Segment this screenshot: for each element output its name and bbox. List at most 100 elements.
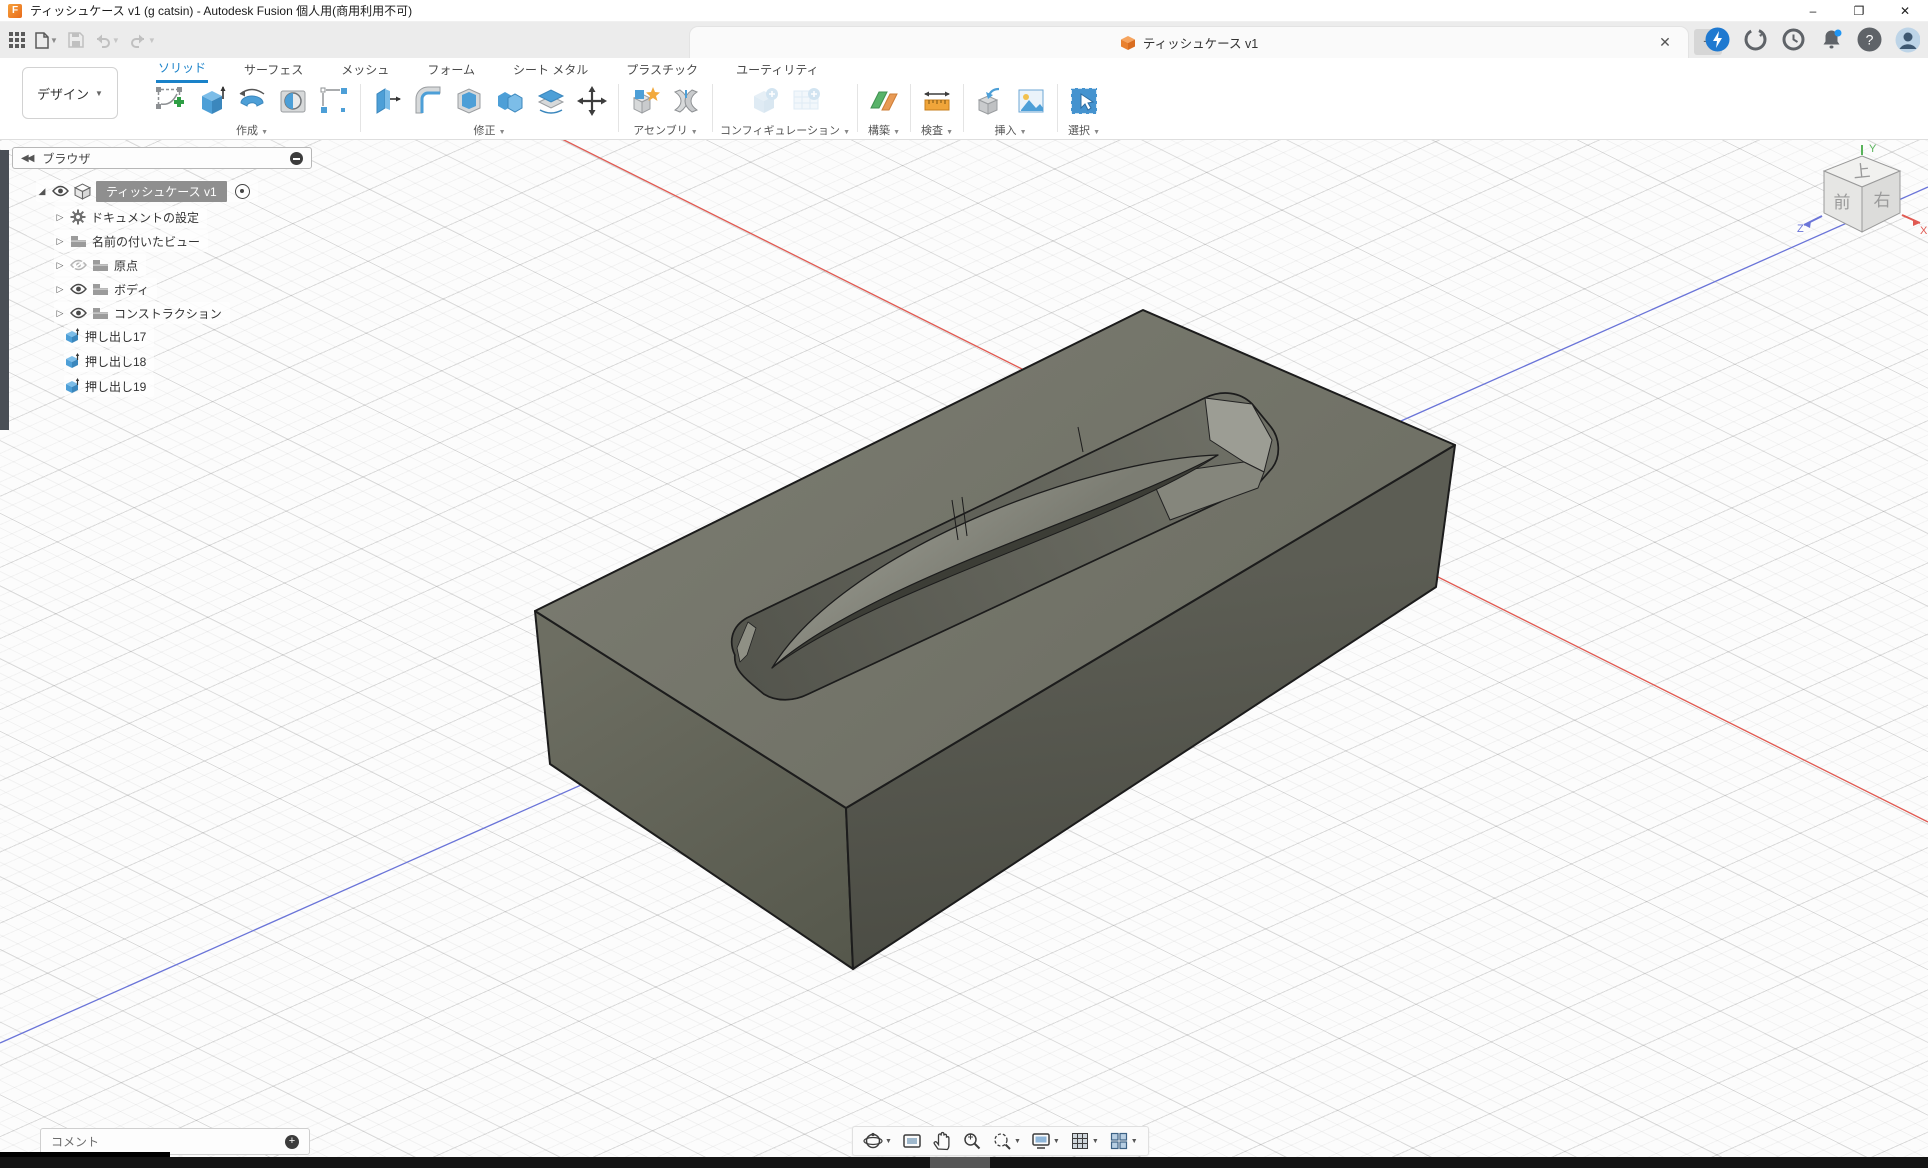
select-button[interactable] xyxy=(1065,83,1103,119)
tree-row[interactable]: ▷ ボディ xyxy=(54,278,157,300)
tree-row-label[interactable]: ドキュメントの設定 xyxy=(91,209,199,226)
remove-icon[interactable] xyxy=(290,152,303,165)
file-menu-button[interactable]: ▼ xyxy=(32,27,61,53)
group-label[interactable]: 挿入 ▼ xyxy=(995,122,1027,138)
tree-row[interactable]: 押し出し17 xyxy=(64,325,154,347)
viewport-canvas[interactable]: 上 前 右 Y Z X ◀◀ ブラウザ ◢ ティッシュケース v1 ▷ ドキュメ… xyxy=(0,140,1928,1168)
tab-5[interactable]: プラスチック xyxy=(624,59,700,82)
tree-row[interactable]: ◢ ティッシュケース v1 xyxy=(36,180,258,202)
job-status-icon[interactable] xyxy=(1705,27,1730,52)
tree-row-label[interactable]: 原点 xyxy=(114,257,138,274)
undo-button[interactable]: ▼ xyxy=(91,27,123,53)
grid-settings-button[interactable]: ▼ xyxy=(1066,1128,1103,1154)
configure-button[interactable] xyxy=(746,83,784,119)
pattern-button[interactable] xyxy=(315,83,353,119)
viewcube[interactable]: 上 前 右 Y Z X xyxy=(1796,142,1928,260)
tab-2[interactable]: メッシュ xyxy=(339,59,391,82)
expand-icon[interactable]: ▷ xyxy=(54,236,66,247)
redo-button[interactable]: ▼ xyxy=(127,27,159,53)
move-button[interactable] xyxy=(573,83,611,119)
tab-0[interactable]: ソリッド xyxy=(156,57,208,83)
zoom-button[interactable] xyxy=(958,1128,986,1154)
timeline-scrubber[interactable] xyxy=(930,1157,990,1168)
tab-1[interactable]: サーフェス xyxy=(242,59,305,82)
restore-button[interactable]: ❐ xyxy=(1836,0,1882,22)
tab-6[interactable]: ユーティリティ xyxy=(734,59,821,82)
apps-grid-icon[interactable] xyxy=(6,27,28,53)
joint-button[interactable] xyxy=(667,83,705,119)
combine-button[interactable] xyxy=(491,83,529,119)
tree-row-label[interactable]: 押し出し18 xyxy=(85,353,146,370)
group-label[interactable]: 作成 ▼ xyxy=(236,122,268,138)
tree-row[interactable]: ▷ 名前の付いたビュー xyxy=(54,230,208,252)
browser-header[interactable]: ◀◀ ブラウザ xyxy=(12,147,312,169)
insert-derive-button[interactable] xyxy=(971,83,1009,119)
config-table-button[interactable] xyxy=(787,83,825,119)
expand-icon[interactable]: ▷ xyxy=(54,260,66,271)
workspace-label: デザイン xyxy=(37,84,89,103)
hole-button[interactable] xyxy=(274,83,312,119)
tab-3[interactable]: フォーム xyxy=(425,59,477,82)
pan-button[interactable] xyxy=(928,1128,956,1154)
group-label[interactable]: 選択 ▼ xyxy=(1068,122,1100,138)
close-button[interactable]: ✕ xyxy=(1882,0,1928,22)
history-icon[interactable] xyxy=(1781,27,1806,52)
gear-icon xyxy=(70,209,86,225)
tab-4[interactable]: シート メタル xyxy=(511,59,590,82)
revolve-button[interactable] xyxy=(233,83,271,119)
group-label[interactable]: アセンブリ ▼ xyxy=(633,122,697,138)
help-icon[interactable]: ? xyxy=(1857,27,1882,52)
tree-row-label[interactable]: ボディ xyxy=(114,281,149,298)
display-settings-button[interactable]: ▼ xyxy=(1027,1128,1064,1154)
extrude-button[interactable] xyxy=(192,83,230,119)
press-pull-button[interactable] xyxy=(368,83,406,119)
tree-row[interactable]: ▷ 原点 xyxy=(54,254,146,276)
expand-icon[interactable]: ▷ xyxy=(54,284,66,295)
notifications-icon[interactable] xyxy=(1819,27,1844,52)
group-label[interactable]: 修正 ▼ xyxy=(474,122,506,138)
timeline-bar[interactable] xyxy=(0,1157,1928,1168)
tree-row[interactable]: 押し出し18 xyxy=(64,350,154,372)
save-button[interactable] xyxy=(65,27,87,53)
tree-row-label[interactable]: 押し出し17 xyxy=(85,328,146,345)
toolbar-group: 構築 ▼ xyxy=(858,82,910,138)
tree-row-label[interactable]: 名前の付いたビュー xyxy=(92,233,200,250)
fit-zoom-button[interactable]: ▼ xyxy=(988,1128,1025,1154)
tree-row[interactable]: ▷ コンストラクション xyxy=(54,302,230,324)
collapsed-panel-strip[interactable] xyxy=(0,150,9,430)
extensions-icon[interactable] xyxy=(1743,27,1768,52)
tree-row-label[interactable]: 押し出し19 xyxy=(85,378,146,395)
insert-canvas-button[interactable] xyxy=(1012,83,1050,119)
look-at-button[interactable] xyxy=(898,1128,926,1154)
collapse-panel-icon[interactable]: ◀◀ xyxy=(21,153,32,164)
shell-button[interactable] xyxy=(450,83,488,119)
comment-bar[interactable]: コメント + xyxy=(40,1128,310,1155)
group-label[interactable]: コンフィギュレーション ▼ xyxy=(720,122,850,138)
workspace-dropdown[interactable]: デザイン ▼ xyxy=(22,67,118,119)
tree-row-label[interactable]: コンストラクション xyxy=(114,305,222,322)
new-component-button[interactable] xyxy=(626,83,664,119)
avatar[interactable] xyxy=(1895,27,1920,52)
ribbon-groups: 作成 ▼ 修正 ▼ アセンブリ ▼ コンフィギュレーション ▼ 構築 ▼ 検査 … xyxy=(138,82,1928,138)
expand-icon[interactable]: ▷ xyxy=(54,308,66,319)
tab-close-icon[interactable]: ✕ xyxy=(1656,34,1674,51)
group-label[interactable]: 検査 ▼ xyxy=(921,122,953,138)
tree-row[interactable]: ▷ ドキュメントの設定 xyxy=(54,206,207,228)
target-icon[interactable] xyxy=(235,184,250,199)
construction-plane-button[interactable] xyxy=(865,83,903,119)
orbit-button[interactable]: ▼ xyxy=(859,1128,896,1154)
viewports-button[interactable]: ▼ xyxy=(1105,1128,1142,1154)
add-comment-icon[interactable]: + xyxy=(285,1135,299,1149)
collapse-icon[interactable]: ◢ xyxy=(36,186,48,197)
create-sketch-button[interactable] xyxy=(151,83,189,119)
model-tissue-case[interactable] xyxy=(535,310,1455,969)
measure-button[interactable] xyxy=(918,83,956,119)
expand-icon[interactable]: ▷ xyxy=(54,212,66,223)
minimize-button[interactable]: – xyxy=(1790,0,1836,22)
group-label[interactable]: 構築 ▼ xyxy=(868,122,900,138)
offset-face-button[interactable] xyxy=(532,83,570,119)
tree-row-label[interactable]: ティッシュケース v1 xyxy=(96,181,227,202)
document-tab[interactable]: ティッシュケース v1 ✕ xyxy=(690,27,1688,58)
fillet-button[interactable] xyxy=(409,83,447,119)
tree-row[interactable]: 押し出し19 xyxy=(64,375,154,397)
